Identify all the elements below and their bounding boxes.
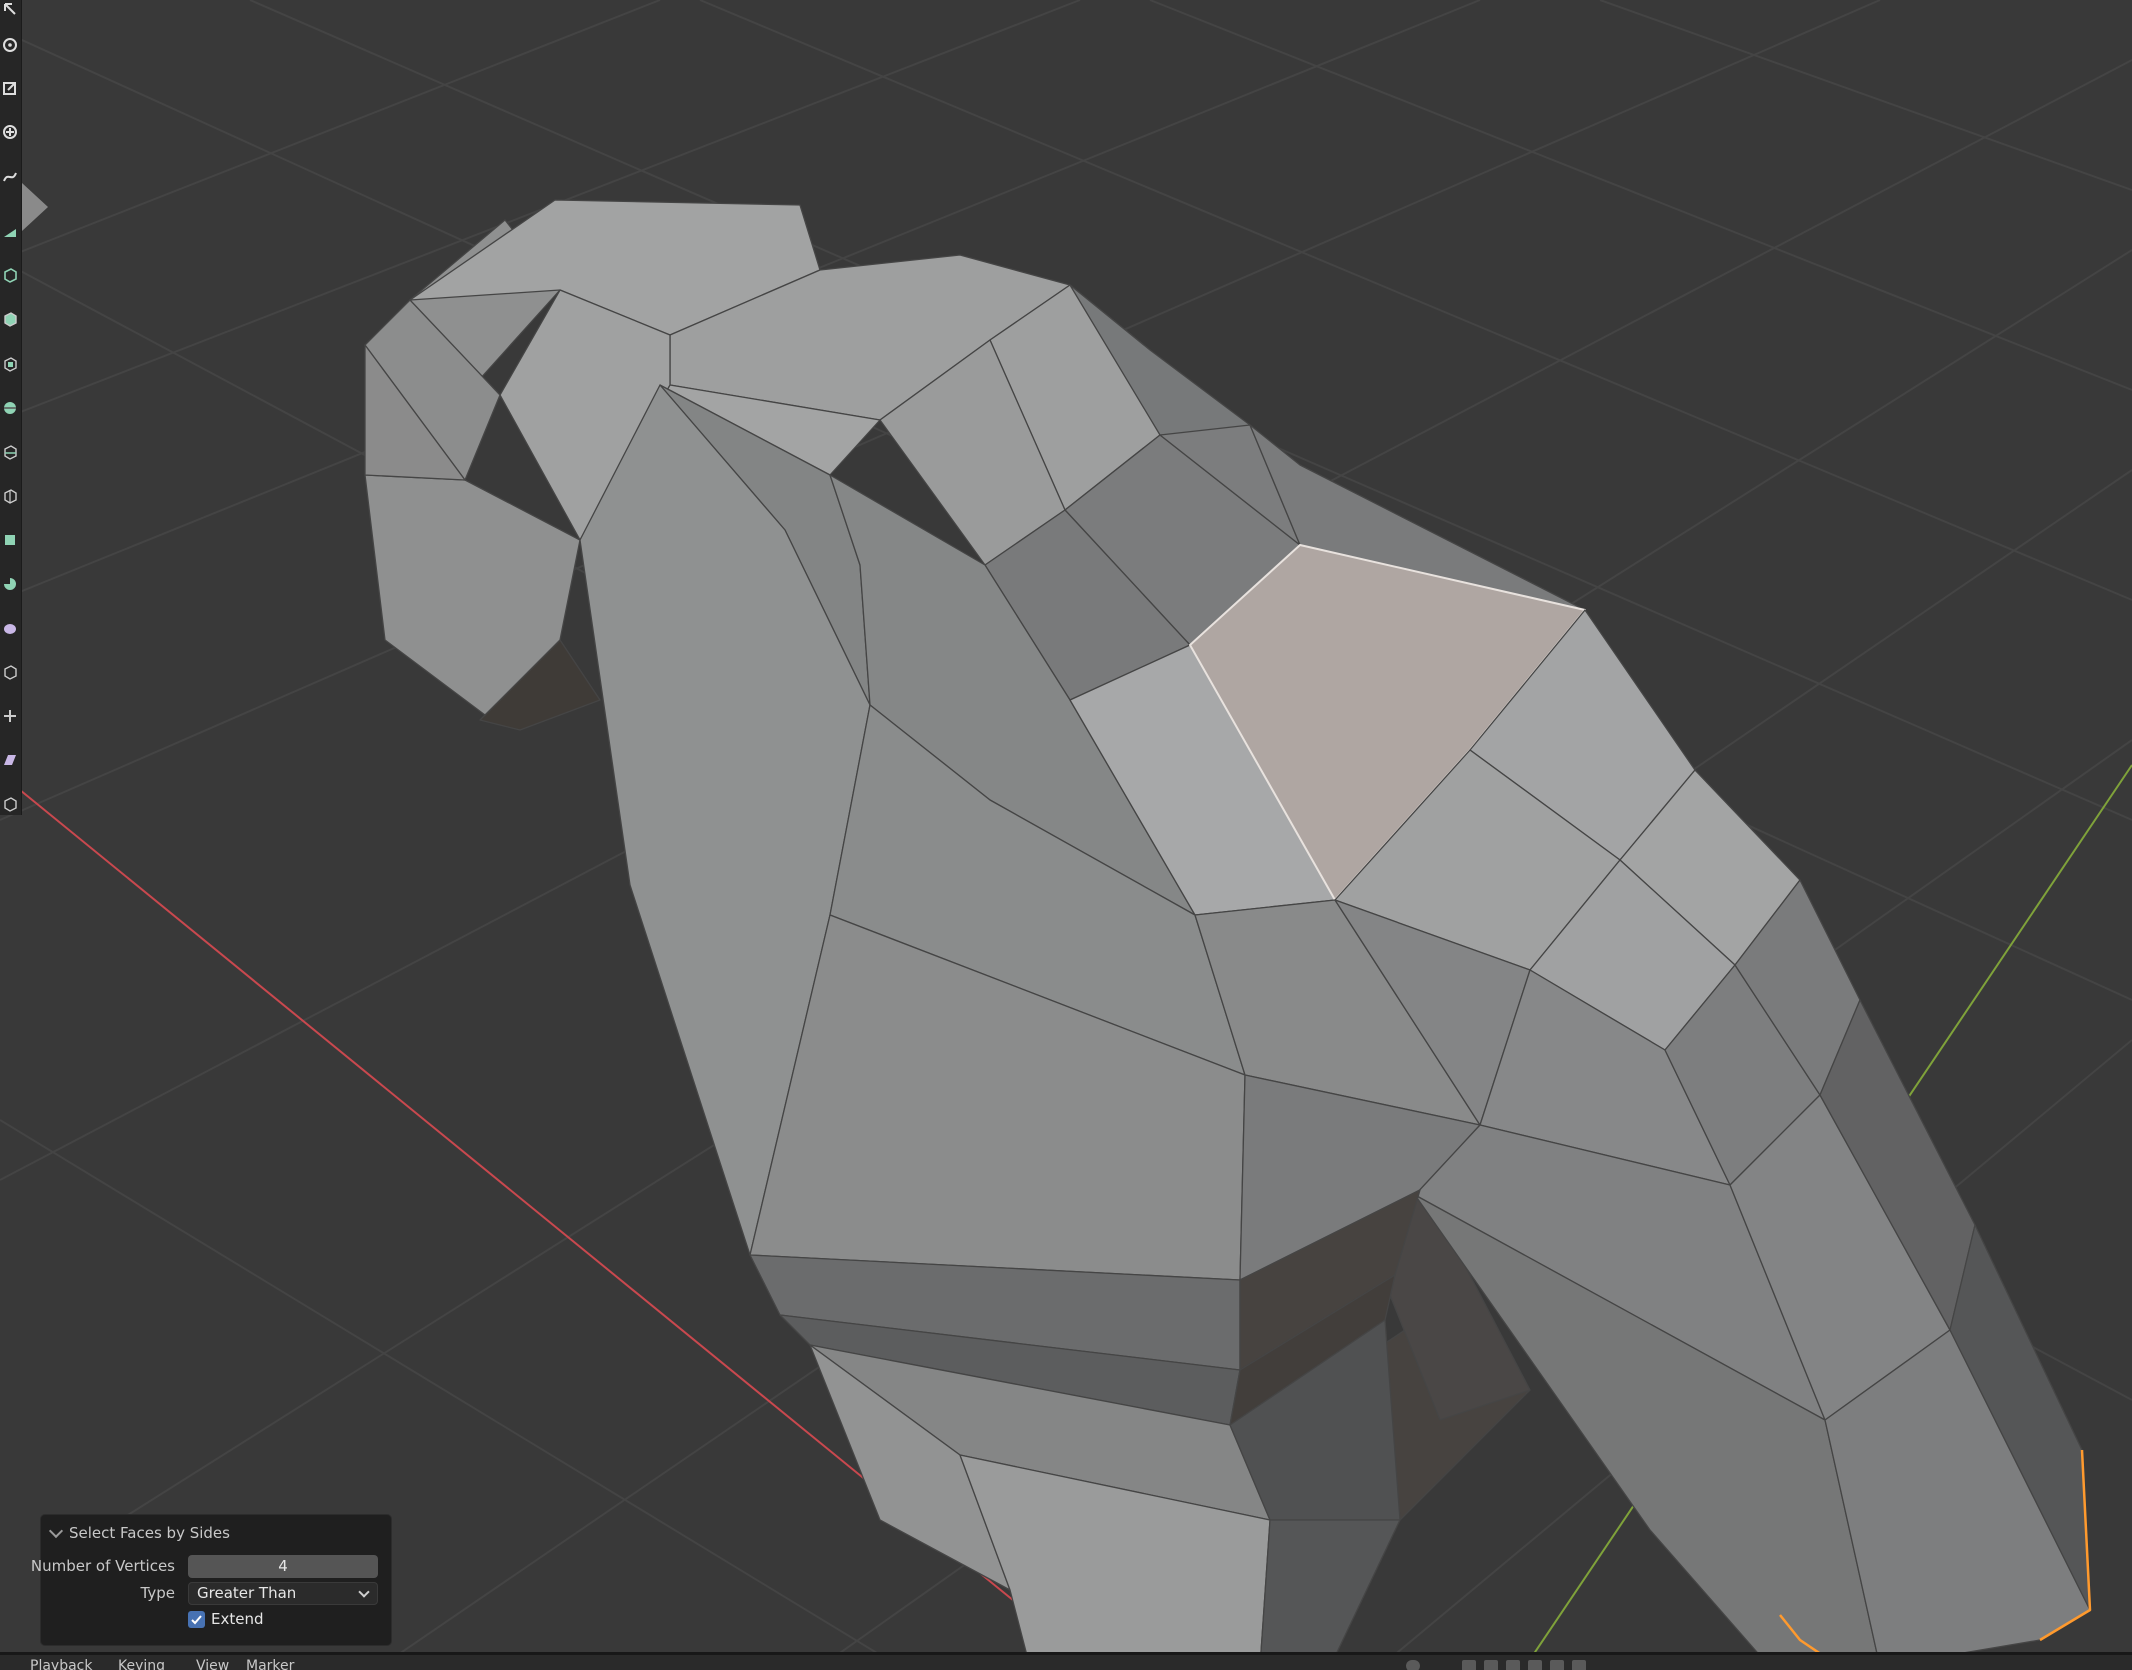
knife-tool[interactable] [0, 479, 20, 513]
add-cube-icon [4, 268, 17, 283]
poly-build-icon [5, 535, 15, 545]
poly-build-tool[interactable] [0, 523, 20, 557]
shear-icon [4, 755, 16, 765]
panel-header[interactable]: Select Faces by Sides [48, 1523, 230, 1543]
jump-end-button[interactable] [1572, 1660, 1586, 1670]
extrude-region-tool[interactable] [0, 302, 20, 336]
toolbar-expand-arrow[interactable] [22, 183, 48, 231]
checkmark-icon [191, 1614, 202, 1624]
scale-icon [3, 82, 16, 95]
bevel-tool[interactable] [0, 391, 20, 425]
chevron-down-icon [358, 1585, 370, 1598]
extend-label: Extend [211, 1610, 264, 1628]
extend-row: Extend [41, 1606, 391, 1632]
rip-region-tool[interactable] [0, 787, 20, 821]
loop-cut-icon [4, 445, 17, 460]
menu-view[interactable]: View [196, 1659, 229, 1670]
knife-icon [4, 489, 17, 504]
number-of-vertices-row: Number of Vertices 4 [31, 1553, 391, 1579]
smooth-tool[interactable] [0, 611, 20, 645]
menu-playback[interactable]: Playback [30, 1659, 92, 1670]
rotate-icon [3, 38, 17, 52]
play-button[interactable] [1528, 1660, 1542, 1670]
tool-bar [0, 0, 22, 815]
bevel-icon [4, 402, 16, 414]
inset-faces-icon [4, 357, 17, 372]
loop-cut-tool[interactable] [0, 435, 20, 469]
timeline-header: Playback Keying View Marker [0, 1652, 2132, 1670]
cursor-icon [4, 3, 16, 15]
jump-keyframe-back-button[interactable] [1484, 1660, 1498, 1670]
transform-icon [3, 125, 17, 139]
extend-checkbox[interactable] [188, 1610, 205, 1628]
measure-icon [4, 229, 16, 237]
shrink-fatten-icon [4, 710, 16, 722]
type-select-value: Greater Than [197, 1584, 297, 1602]
annotate-tool[interactable] [0, 160, 20, 194]
panel-title: Select Faces by Sides [69, 1524, 230, 1542]
type-row: Type Greater Than [41, 1580, 391, 1606]
viewport-canvas[interactable] [0, 0, 2132, 1667]
spin-tool[interactable] [0, 567, 20, 601]
cursor-tool[interactable] [0, 0, 20, 26]
menu-keying[interactable]: Keying [118, 1659, 165, 1670]
rotate-tool[interactable] [0, 28, 20, 62]
edge-slide-tool[interactable] [0, 655, 20, 689]
play-reverse-button[interactable] [1506, 1660, 1520, 1670]
shear-tool[interactable] [0, 743, 20, 777]
inset-faces-tool[interactable] [0, 347, 20, 381]
jump-keyframe-forward-button[interactable] [1550, 1660, 1564, 1670]
scale-tool[interactable] [0, 72, 20, 106]
number-of-vertices-field[interactable]: 4 [188, 1554, 378, 1578]
smooth-icon [4, 624, 16, 634]
3d-viewport[interactable] [0, 0, 2132, 1667]
annotate-icon [3, 172, 17, 182]
spin-icon [4, 578, 16, 590]
rip-region-icon [4, 797, 17, 812]
measure-tool[interactable] [0, 214, 20, 248]
menu-marker[interactable]: Marker [246, 1659, 294, 1670]
add-cube-tool[interactable] [0, 258, 20, 292]
record-button[interactable] [1406, 1660, 1420, 1670]
shrink-fatten-tool[interactable] [0, 699, 20, 733]
type-label: Type [140, 1584, 175, 1602]
type-select[interactable]: Greater Than [188, 1581, 378, 1605]
number-of-vertices-label: Number of Vertices [30, 1557, 175, 1575]
edge-slide-icon [4, 665, 17, 680]
extrude-region-icon [4, 312, 17, 327]
adjust-last-operation-panel: Select Faces by Sides Number of Vertices… [31, 1514, 392, 1646]
chevron-down-icon[interactable] [48, 1523, 64, 1539]
transform-tool[interactable] [0, 115, 20, 149]
jump-start-button[interactable] [1462, 1660, 1476, 1670]
